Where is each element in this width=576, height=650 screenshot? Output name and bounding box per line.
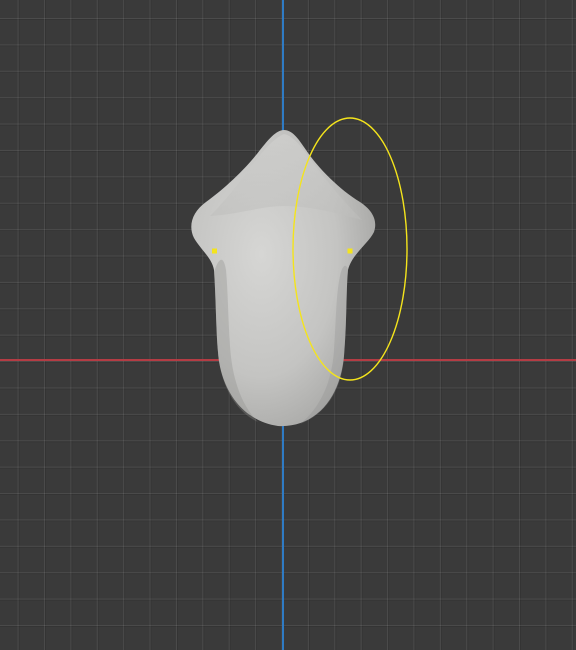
mesh-object[interactable] <box>191 130 376 427</box>
scene-canvas[interactable] <box>0 0 576 650</box>
selected-vertex-right[interactable] <box>347 248 353 254</box>
3d-viewport[interactable] <box>0 0 576 650</box>
selected-vertex-left[interactable] <box>212 248 217 254</box>
